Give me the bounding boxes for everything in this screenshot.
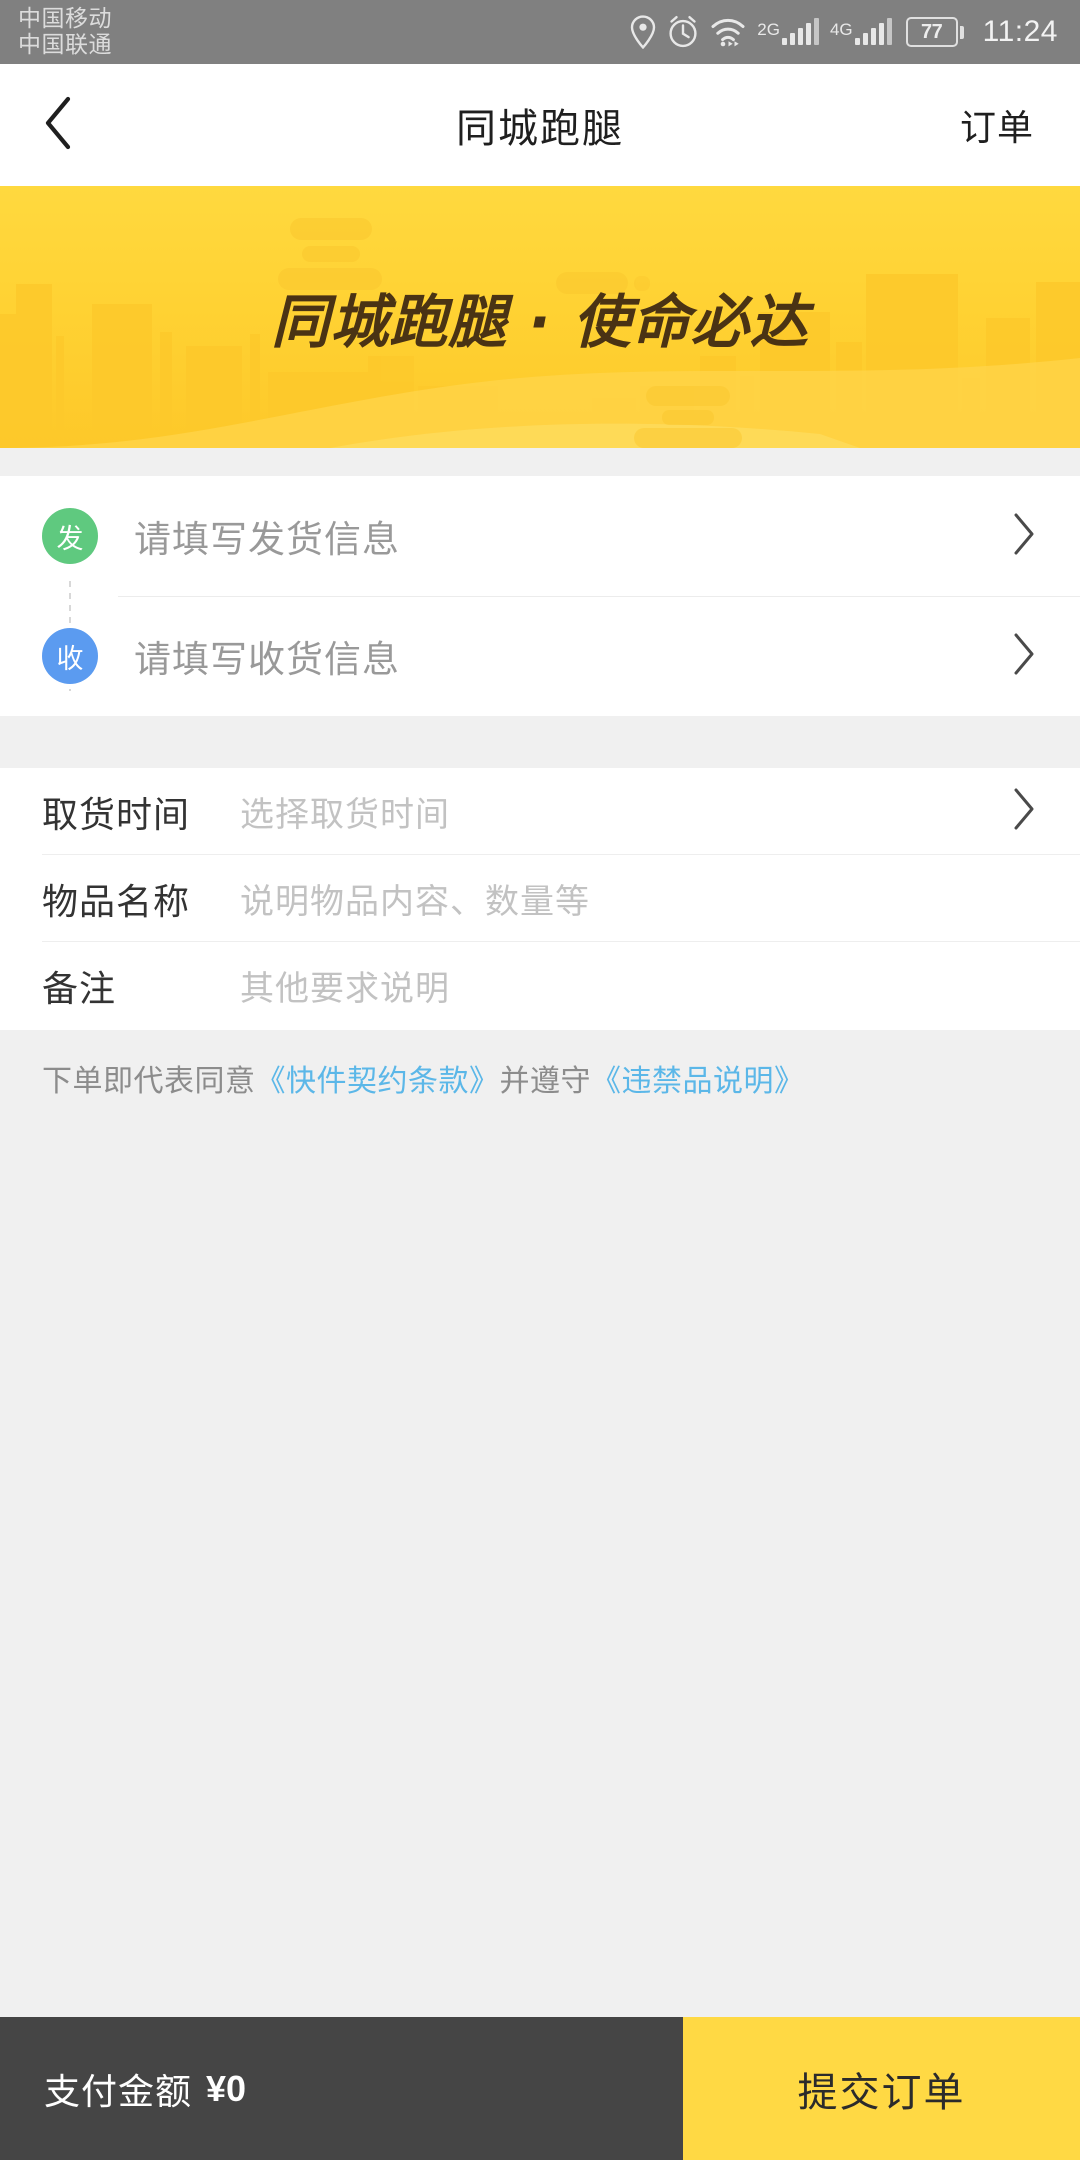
carrier-labels: 中国移动 中国联通 xyxy=(18,5,112,58)
status-bar: 中国移动 中国联通 2G 4G 77 11:24 xyxy=(0,0,1080,64)
banner-headline: 同城跑腿 · 使命必达 xyxy=(271,288,809,356)
page-title: 同城跑腿 xyxy=(456,107,624,151)
chevron-right-icon xyxy=(1010,511,1038,562)
terms-notice: 下单即代表同意 《快件契约条款》 并遵守 《违禁品说明》 xyxy=(0,1030,1080,1126)
remark-input[interactable]: 其他要求说明 xyxy=(240,961,1038,1010)
item-name-input[interactable]: 说明物品内容、数量等 xyxy=(240,874,1038,923)
sender-badge: 发 xyxy=(42,508,98,564)
orders-button[interactable]: 订单 xyxy=(960,99,1034,151)
signal-2g-icon: 2G xyxy=(757,18,819,45)
signal-4g-icon: 4G xyxy=(829,18,892,45)
status-icons: 2G 4G 77 11:24 xyxy=(630,15,1058,49)
receiver-badge: 收 xyxy=(42,628,98,684)
battery-level-label: 77 xyxy=(921,20,943,43)
promo-banner: 同城跑腿 · 使命必达 xyxy=(0,186,1080,448)
contract-terms-link[interactable]: 《快件契约条款》 xyxy=(256,1056,500,1100)
payment-amount-label: 支付金额 xyxy=(44,2070,193,2112)
app-root: 中国移动 中国联通 2G 4G 77 11:24 同城跑腿 订单 同城跑腿 · … xyxy=(0,0,1080,2160)
battery-cap xyxy=(959,25,964,39)
item-name-label: 物品名称 xyxy=(42,880,191,922)
sender-address-row[interactable]: 发 请填写发货信息 xyxy=(0,476,1080,597)
chevron-right-icon xyxy=(1010,786,1038,837)
receiver-address-text: 请填写收货信息 xyxy=(134,639,400,680)
signal-4g-bars xyxy=(854,18,892,45)
prohibited-items-link[interactable]: 《违禁品说明》 xyxy=(591,1056,805,1100)
content-filler xyxy=(0,1126,1080,2017)
signal-2g-bars xyxy=(781,18,819,45)
address-card: 发 请填写发货信息 收 请填写收货信息 xyxy=(0,476,1080,716)
alarm-clock-icon xyxy=(667,15,699,49)
chevron-right-icon xyxy=(1010,631,1038,682)
carrier-secondary: 中国联通 xyxy=(18,31,112,57)
pickup-time-row[interactable]: 取货时间 选择取货时间 xyxy=(0,768,1080,855)
terms-middle: 并遵守 xyxy=(499,1065,591,1098)
location-pin-icon xyxy=(630,15,656,49)
signal-4g-label: 4G xyxy=(829,20,853,39)
remark-row[interactable]: 备注 其他要求说明 xyxy=(0,942,1080,1029)
receiver-address-row[interactable]: 收 请填写收货信息 xyxy=(0,596,1080,716)
remark-label: 备注 xyxy=(42,967,117,1009)
item-name-row[interactable]: 物品名称 说明物品内容、数量等 xyxy=(0,855,1080,942)
sender-address-text: 请填写发货信息 xyxy=(134,519,400,560)
pickup-time-label: 取货时间 xyxy=(42,793,191,835)
bottom-action-bar: 支付金额 ¥0 提交订单 xyxy=(0,2017,1080,2160)
payment-amount-panel: 支付金额 ¥0 xyxy=(0,2017,683,2160)
battery-icon: 77 xyxy=(905,17,964,47)
status-time: 11:24 xyxy=(982,15,1058,48)
signal-2g-label: 2G xyxy=(757,20,780,39)
carrier-primary: 中国移动 xyxy=(18,5,112,32)
submit-order-button[interactable]: 提交订单 xyxy=(683,2017,1080,2160)
terms-prefix: 下单即代表同意 xyxy=(42,1065,256,1098)
pickup-time-value: 选择取货时间 xyxy=(240,796,450,834)
nav-bar: 同城跑腿 订单 xyxy=(0,64,1080,186)
order-details-card: 取货时间 选择取货时间 物品名称 说明物品内容、数量等 备注 其他要求说明 xyxy=(0,768,1080,1030)
wifi-icon xyxy=(710,17,746,47)
payment-amount-value: ¥0 xyxy=(206,2067,247,2109)
